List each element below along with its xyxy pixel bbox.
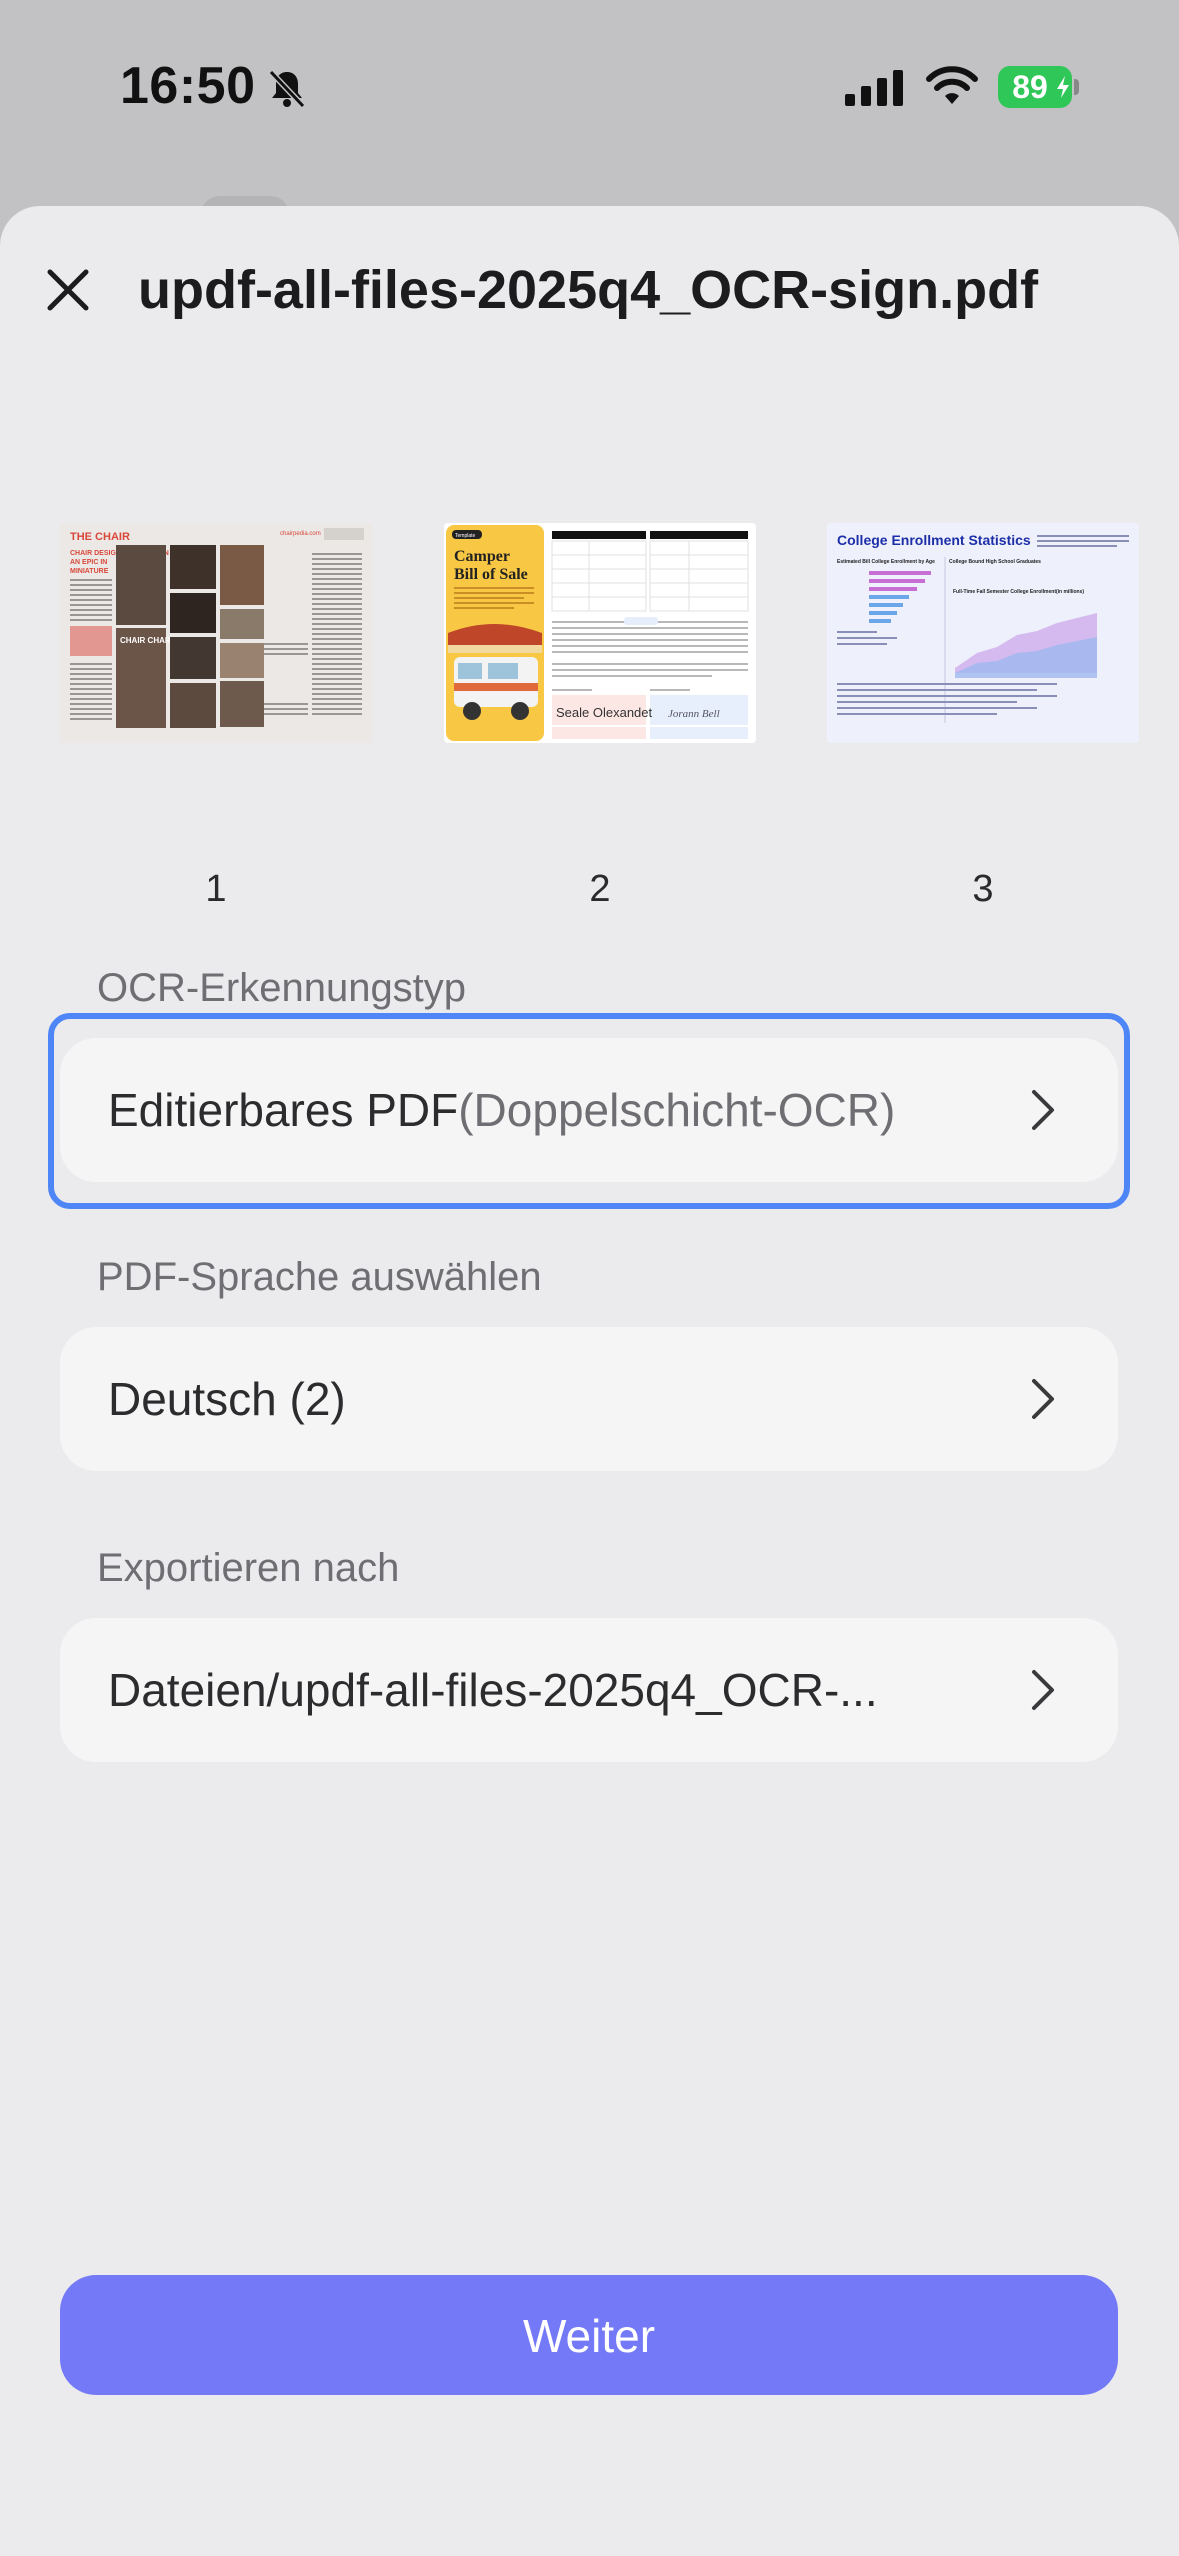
preview-chart-heading: Full-Time Fall Semester College Enrollme… [953, 589, 1084, 595]
page-thumbnail-2[interactable]: Template Camper Bill of Sale Seale Olexa… [444, 523, 756, 743]
ocr-type-selector[interactable]: Editierbares PDF(Doppelschicht-OCR) [60, 1038, 1118, 1182]
preview-brand: THE CHAIR [70, 531, 130, 543]
preview-left-heading: Estimated Bill College Enrollment by Age [837, 559, 935, 565]
svg-text:AN EPIC IN: AN EPIC IN [70, 559, 107, 566]
camper-bill-preview: Template Camper Bill of Sale Seale Olexa… [444, 523, 756, 743]
preview-site: chairpedia.com [280, 531, 321, 537]
page-number-2: 2 [589, 868, 611, 910]
language-selector[interactable]: Deutsch (2) [60, 1327, 1118, 1471]
preview-badge: CHAIR CHARM [120, 636, 178, 645]
ocr-type-main: Editierbares PDF [108, 1084, 459, 1136]
wifi-icon [926, 66, 978, 104]
status-bar: 16:50 89 [0, 0, 1179, 170]
battery-charging-icon: 89 [998, 66, 1079, 108]
preview-title-line1: Camper [454, 548, 510, 565]
chevron-right-icon [1032, 1670, 1054, 1710]
ocr-type-detail: (Doppelschicht-OCR) [458, 1084, 896, 1136]
preview-title-line2: Bill of Sale [454, 566, 528, 583]
preview-title: College Enrollment Statistics [837, 532, 1031, 548]
export-label: Exportieren nach [97, 1546, 400, 1590]
battery-level: 89 [1012, 69, 1048, 105]
export-destination-selector[interactable]: Dateien/updf-all-files-2025q4_OCR-... [60, 1618, 1118, 1762]
bell-slash-icon [268, 69, 306, 109]
page-thumbnail-3[interactable]: College Enrollment Statistics Estimated … [827, 523, 1139, 743]
page-number-1: 1 [205, 868, 227, 910]
preview-right-heading: College Bound High School Graduates [949, 559, 1041, 565]
cellular-signal-icon [845, 70, 903, 106]
export-destination-value: Dateien/updf-all-files-2025q4_OCR-... [108, 1664, 878, 1716]
status-time: 16:50 [120, 57, 256, 115]
chevron-right-icon [1032, 1379, 1054, 1419]
ocr-type-label: OCR-Erkennungstyp [97, 966, 467, 1010]
enrollment-statistics-preview: College Enrollment Statistics Estimated … [827, 523, 1139, 743]
ocr-type-value: Editierbares PDF(Doppelschicht-OCR) [108, 1038, 895, 1182]
continue-button[interactable]: Weiter [60, 2275, 1118, 2395]
language-value: Deutsch (2) [108, 1373, 346, 1425]
preview-signature-left: Seale Olexandet [556, 705, 653, 720]
chair-magazine-preview: THE CHAIR chairpedia.com CHAIR DESIGN RE… [60, 523, 372, 743]
preview-tag: Template [455, 533, 476, 539]
page-thumbnail-1[interactable]: THE CHAIR chairpedia.com CHAIR DESIGN RE… [60, 523, 372, 743]
document-title: updf-all-files-2025q4_OCR-sign.pdf [138, 260, 1039, 320]
page-number-3: 3 [972, 868, 994, 910]
close-icon[interactable] [36, 258, 100, 322]
chevron-right-icon [1032, 1090, 1054, 1130]
svg-text:MINIATURE: MINIATURE [70, 568, 109, 575]
language-label: PDF-Sprache auswählen [97, 1255, 542, 1299]
preview-signature-right: Jorann Bell [668, 708, 720, 720]
